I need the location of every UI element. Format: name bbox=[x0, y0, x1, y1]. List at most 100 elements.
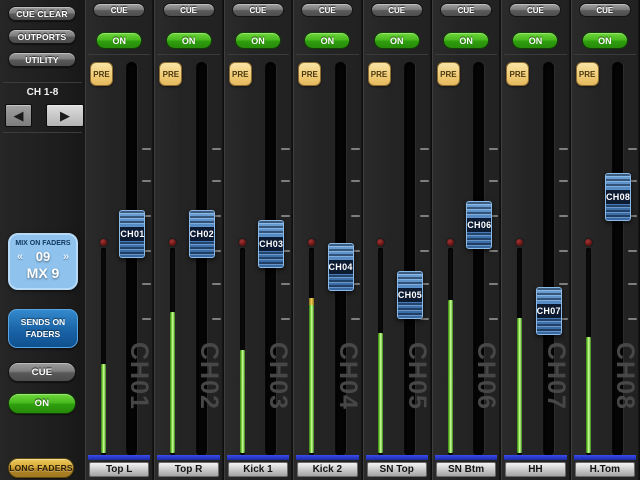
channel-name[interactable]: Kick 1 bbox=[227, 462, 289, 477]
fader-scale-tick bbox=[211, 318, 221, 321]
channel-cue-button[interactable]: CUE bbox=[231, 3, 284, 17]
fader-cap-label: CH06 bbox=[467, 220, 492, 231]
pre-badge[interactable]: PRE bbox=[159, 62, 183, 86]
channel-strips: CUE ON PRE CH01 CH01 Top L CUE ON PRE CH… bbox=[85, 0, 640, 480]
strip-divider bbox=[504, 54, 567, 55]
bank-prev-button[interactable]: ◀ bbox=[5, 104, 32, 127]
utility-button[interactable]: UTILITY bbox=[8, 52, 76, 67]
fader-cap[interactable]: CH04 bbox=[327, 242, 354, 291]
mix-next-icon[interactable]: » bbox=[63, 251, 69, 263]
fader-scale-tick bbox=[558, 180, 568, 183]
pre-badge[interactable]: PRE bbox=[298, 62, 322, 86]
pre-badge[interactable]: PRE bbox=[436, 62, 460, 86]
fader-scale-tick bbox=[489, 147, 499, 150]
channel-on-button[interactable]: ON bbox=[165, 32, 212, 49]
peak-led bbox=[99, 239, 107, 246]
fader-scale-tick bbox=[628, 318, 638, 321]
channel-watermark: CH01 bbox=[125, 342, 154, 410]
channel-cue-button[interactable]: CUE bbox=[370, 3, 423, 17]
channel-name[interactable]: SN Top bbox=[366, 462, 427, 477]
bank-next-button[interactable]: ▶ bbox=[46, 104, 84, 127]
fader-scale-tick bbox=[489, 283, 499, 286]
channel-on-button[interactable]: ON bbox=[373, 32, 420, 49]
channel-cue-button[interactable]: CUE bbox=[301, 3, 354, 17]
peak-led bbox=[585, 239, 593, 246]
channel-on-button[interactable]: ON bbox=[443, 32, 490, 49]
channel-strip: CUE ON PRE CH08 CH08 H.Tom bbox=[570, 0, 639, 480]
channel-cue-button[interactable]: CUE bbox=[93, 3, 146, 17]
level-meter-fill bbox=[586, 337, 592, 453]
fader-scale-tick bbox=[419, 214, 429, 217]
channel-color-bar bbox=[157, 455, 220, 460]
pre-badge[interactable]: PRE bbox=[575, 62, 599, 86]
sends-on-faders-button[interactable]: SENDS ON FADERS bbox=[8, 309, 78, 348]
fader-cap-ridges bbox=[467, 233, 492, 249]
mix-on-faders-panel[interactable]: MIX ON FADERS « 09 » MX 9 bbox=[8, 233, 78, 290]
channel-on-button[interactable]: ON bbox=[512, 32, 559, 49]
channel-name[interactable]: SN Btm bbox=[435, 462, 497, 477]
channel-on-button[interactable]: ON bbox=[234, 32, 281, 49]
fader-scale-tick bbox=[628, 249, 638, 252]
cue-clear-button[interactable]: CUE CLEAR bbox=[8, 6, 76, 21]
fader-scale-tick bbox=[211, 180, 221, 183]
fader-scale-tick bbox=[419, 249, 429, 252]
stagemix-app: CUE CLEAR OUTPORTS UTILITY CH 1-8 ◀ ▶ MI… bbox=[0, 0, 640, 480]
channel-cue-button[interactable]: CUE bbox=[440, 3, 493, 17]
pre-badge[interactable]: PRE bbox=[506, 62, 530, 86]
sidebar-on-button[interactable]: ON bbox=[8, 393, 76, 414]
channel-on-button[interactable]: ON bbox=[96, 32, 143, 49]
long-faders-button[interactable]: LONG FADERS bbox=[8, 458, 74, 478]
sidebar-cue-button[interactable]: CUE bbox=[8, 362, 76, 382]
fader-cap-ridges bbox=[189, 211, 214, 227]
channel-cue-button[interactable]: CUE bbox=[509, 3, 562, 17]
pre-badge[interactable]: PRE bbox=[228, 62, 252, 86]
channel-on-button[interactable]: ON bbox=[304, 32, 351, 49]
outports-button[interactable]: OUTPORTS bbox=[8, 29, 76, 44]
channel-cue-button[interactable]: CUE bbox=[162, 3, 215, 17]
peak-led bbox=[377, 239, 385, 246]
fader-scale-tick bbox=[142, 318, 152, 321]
fader-scale-tick bbox=[419, 147, 429, 150]
channel-strip: CUE ON PRE CH01 CH01 Top L bbox=[85, 0, 154, 480]
fader-scale-tick bbox=[489, 318, 499, 321]
strip-divider bbox=[226, 54, 290, 55]
fader-scale-tick bbox=[211, 147, 221, 150]
fader-scale-tick bbox=[628, 283, 638, 286]
channel-watermark: CH05 bbox=[402, 342, 431, 410]
channel-name[interactable]: Kick 2 bbox=[297, 462, 358, 477]
pre-badge[interactable]: PRE bbox=[367, 62, 391, 86]
fader-cap[interactable]: CH07 bbox=[535, 287, 562, 335]
level-meter-fill bbox=[517, 318, 522, 453]
fader-cap[interactable]: CH03 bbox=[258, 220, 285, 269]
fader-cap[interactable]: CH02 bbox=[188, 210, 215, 259]
channel-color-bar bbox=[504, 455, 567, 460]
fader-cap-ridges bbox=[259, 252, 284, 268]
fader-scale-tick bbox=[350, 147, 360, 150]
channel-color-bar bbox=[226, 455, 290, 460]
fader-scale-tick bbox=[350, 214, 360, 217]
fader-cap-band: CH01 bbox=[120, 227, 145, 242]
channel-color-bar bbox=[434, 455, 498, 460]
channel-name[interactable]: HH bbox=[505, 462, 566, 477]
fader-scale-tick bbox=[142, 180, 152, 183]
fader-scale-tick bbox=[142, 283, 152, 286]
channel-on-button[interactable]: ON bbox=[581, 32, 628, 49]
level-meter bbox=[378, 248, 384, 455]
fader-cap[interactable]: CH01 bbox=[119, 210, 146, 259]
fader-cap[interactable]: CH06 bbox=[466, 201, 493, 250]
channel-cue-button[interactable]: CUE bbox=[578, 3, 631, 17]
channel-name[interactable]: H.Tom bbox=[574, 462, 635, 477]
peak-led bbox=[169, 239, 177, 246]
fader-cap-band: CH03 bbox=[259, 237, 284, 252]
fader-cap-label: CH08 bbox=[605, 192, 631, 203]
mix-prev-icon[interactable]: « bbox=[17, 251, 23, 263]
channel-watermark: CH06 bbox=[472, 342, 501, 410]
channel-name[interactable]: Top L bbox=[89, 462, 150, 477]
level-meter-peak-tip bbox=[308, 297, 314, 305]
arrow-right-icon: ▶ bbox=[60, 108, 70, 123]
fader-cap[interactable]: CH05 bbox=[396, 270, 423, 319]
channel-name[interactable]: Top R bbox=[158, 462, 219, 477]
fader-scale-tick bbox=[281, 283, 291, 286]
pre-badge[interactable]: PRE bbox=[90, 62, 113, 86]
fader-cap[interactable]: CH08 bbox=[605, 173, 632, 222]
